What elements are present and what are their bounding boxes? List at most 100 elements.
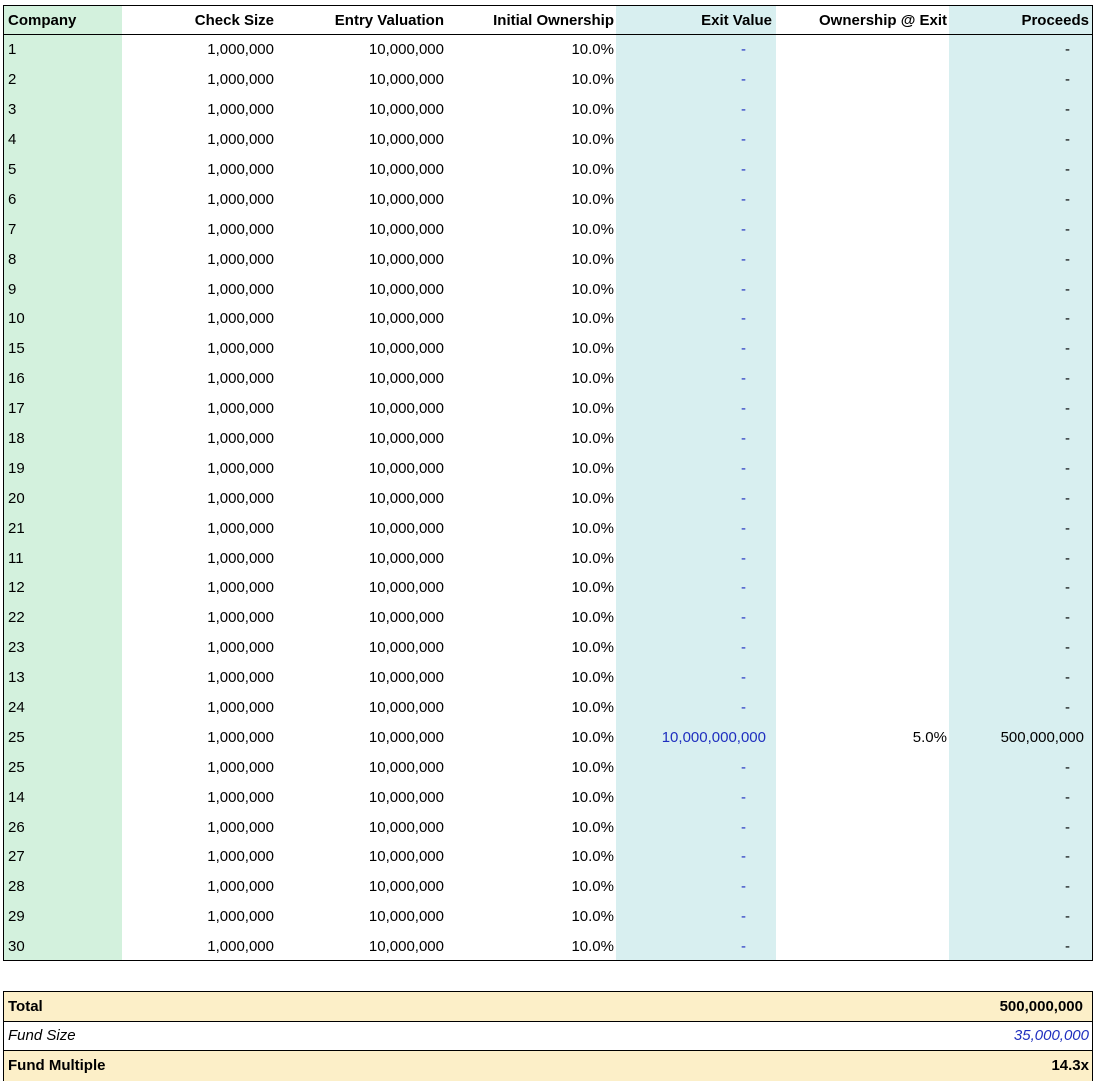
cell-company[interactable]: 26 (4, 812, 122, 842)
cell-entry-valuation[interactable]: 10,000,000 (274, 842, 444, 872)
cell-check-size[interactable]: 1,000,000 (122, 304, 274, 334)
cell-check-size[interactable]: 1,000,000 (122, 573, 274, 603)
header-check-size[interactable]: Check Size (122, 6, 274, 34)
cell-entry-valuation[interactable]: 10,000,000 (274, 633, 444, 663)
header-exit-value[interactable]: Exit Value (616, 6, 776, 34)
cell-exit-value[interactable]: - (616, 394, 776, 424)
cell-initial-ownership[interactable]: 10.0% (444, 932, 614, 962)
cell-company[interactable]: 6 (4, 184, 122, 214)
cell-company[interactable]: 21 (4, 513, 122, 543)
cell-initial-ownership[interactable]: 10.0% (444, 693, 614, 723)
header-initial-ownership[interactable]: Initial Ownership (444, 6, 614, 34)
cell-check-size[interactable]: 1,000,000 (122, 95, 274, 125)
cell-check-size[interactable]: 1,000,000 (122, 902, 274, 932)
cell-exit-value[interactable]: - (616, 334, 776, 364)
cell-exit-value[interactable]: - (616, 932, 776, 962)
cell-entry-valuation[interactable]: 10,000,000 (274, 812, 444, 842)
fund-size-value[interactable]: 35,000,000 (1014, 1027, 1089, 1044)
cell-proceeds[interactable]: - (949, 902, 1092, 932)
cell-initial-ownership[interactable]: 10.0% (444, 453, 614, 483)
cell-entry-valuation[interactable]: 10,000,000 (274, 125, 444, 155)
cell-ownership-at-exit[interactable] (776, 65, 947, 95)
cell-exit-value[interactable]: - (616, 573, 776, 603)
cell-entry-valuation[interactable]: 10,000,000 (274, 573, 444, 603)
fund-multiple-label[interactable]: Fund Multiple (8, 1057, 105, 1074)
cell-company[interactable]: 14 (4, 782, 122, 812)
cell-company[interactable]: 25 (4, 722, 122, 752)
cell-exit-value[interactable]: - (616, 902, 776, 932)
cell-company[interactable]: 27 (4, 842, 122, 872)
cell-proceeds[interactable]: - (949, 155, 1092, 185)
cell-ownership-at-exit[interactable] (776, 364, 947, 394)
cell-proceeds[interactable]: - (949, 95, 1092, 125)
cell-check-size[interactable]: 1,000,000 (122, 603, 274, 633)
cell-entry-valuation[interactable]: 10,000,000 (274, 543, 444, 573)
cell-exit-value[interactable]: - (616, 543, 776, 573)
cell-exit-value[interactable]: - (616, 513, 776, 543)
cell-ownership-at-exit[interactable] (776, 633, 947, 663)
cell-proceeds[interactable]: - (949, 483, 1092, 513)
cell-entry-valuation[interactable]: 10,000,000 (274, 483, 444, 513)
cell-check-size[interactable]: 1,000,000 (122, 155, 274, 185)
total-label[interactable]: Total (8, 998, 43, 1015)
cell-initial-ownership[interactable]: 10.0% (444, 65, 614, 95)
cell-initial-ownership[interactable]: 10.0% (444, 513, 614, 543)
cell-initial-ownership[interactable]: 10.0% (444, 902, 614, 932)
cell-initial-ownership[interactable]: 10.0% (444, 543, 614, 573)
cell-check-size[interactable]: 1,000,000 (122, 842, 274, 872)
cell-proceeds[interactable]: - (949, 633, 1092, 663)
cell-entry-valuation[interactable]: 10,000,000 (274, 663, 444, 693)
cell-initial-ownership[interactable]: 10.0% (444, 812, 614, 842)
cell-company[interactable]: 4 (4, 125, 122, 155)
cell-initial-ownership[interactable]: 10.0% (444, 214, 614, 244)
header-ownership-at-exit[interactable]: Ownership @ Exit (776, 6, 947, 34)
cell-exit-value[interactable]: - (616, 663, 776, 693)
cell-exit-value[interactable]: - (616, 633, 776, 663)
cell-exit-value[interactable]: - (616, 304, 776, 334)
cell-ownership-at-exit[interactable] (776, 782, 947, 812)
cell-exit-value[interactable]: - (616, 364, 776, 394)
cell-ownership-at-exit[interactable] (776, 603, 947, 633)
cell-exit-value[interactable]: - (616, 274, 776, 304)
cell-proceeds[interactable]: - (949, 274, 1092, 304)
cell-exit-value[interactable]: - (616, 65, 776, 95)
cell-entry-valuation[interactable]: 10,000,000 (274, 693, 444, 723)
cell-exit-value[interactable]: - (616, 95, 776, 125)
cell-exit-value[interactable]: - (616, 782, 776, 812)
cell-company[interactable]: 20 (4, 483, 122, 513)
cell-initial-ownership[interactable]: 10.0% (444, 155, 614, 185)
cell-check-size[interactable]: 1,000,000 (122, 752, 274, 782)
cell-entry-valuation[interactable]: 10,000,000 (274, 394, 444, 424)
cell-ownership-at-exit[interactable] (776, 125, 947, 155)
cell-check-size[interactable]: 1,000,000 (122, 125, 274, 155)
cell-ownership-at-exit[interactable] (776, 334, 947, 364)
cell-initial-ownership[interactable]: 10.0% (444, 573, 614, 603)
cell-ownership-at-exit[interactable] (776, 453, 947, 483)
cell-proceeds[interactable]: - (949, 693, 1092, 723)
cell-proceeds[interactable]: - (949, 65, 1092, 95)
fund-multiple-value[interactable]: 14.3x (1051, 1057, 1089, 1074)
cell-ownership-at-exit[interactable] (776, 483, 947, 513)
cell-check-size[interactable]: 1,000,000 (122, 872, 274, 902)
cell-entry-valuation[interactable]: 10,000,000 (274, 155, 444, 185)
cell-ownership-at-exit[interactable] (776, 244, 947, 274)
cell-company[interactable]: 11 (4, 543, 122, 573)
cell-check-size[interactable]: 1,000,000 (122, 932, 274, 962)
cell-company[interactable]: 29 (4, 902, 122, 932)
cell-entry-valuation[interactable]: 10,000,000 (274, 752, 444, 782)
cell-entry-valuation[interactable]: 10,000,000 (274, 424, 444, 454)
cell-check-size[interactable]: 1,000,000 (122, 244, 274, 274)
header-proceeds[interactable]: Proceeds (949, 6, 1092, 34)
cell-ownership-at-exit[interactable] (776, 902, 947, 932)
cell-proceeds[interactable]: - (949, 35, 1092, 65)
cell-company[interactable]: 8 (4, 244, 122, 274)
cell-proceeds[interactable]: - (949, 184, 1092, 214)
cell-ownership-at-exit[interactable] (776, 95, 947, 125)
cell-initial-ownership[interactable]: 10.0% (444, 782, 614, 812)
cell-company[interactable]: 3 (4, 95, 122, 125)
cell-entry-valuation[interactable]: 10,000,000 (274, 184, 444, 214)
cell-initial-ownership[interactable]: 10.0% (444, 752, 614, 782)
cell-company[interactable]: 7 (4, 214, 122, 244)
cell-check-size[interactable]: 1,000,000 (122, 663, 274, 693)
cell-entry-valuation[interactable]: 10,000,000 (274, 364, 444, 394)
